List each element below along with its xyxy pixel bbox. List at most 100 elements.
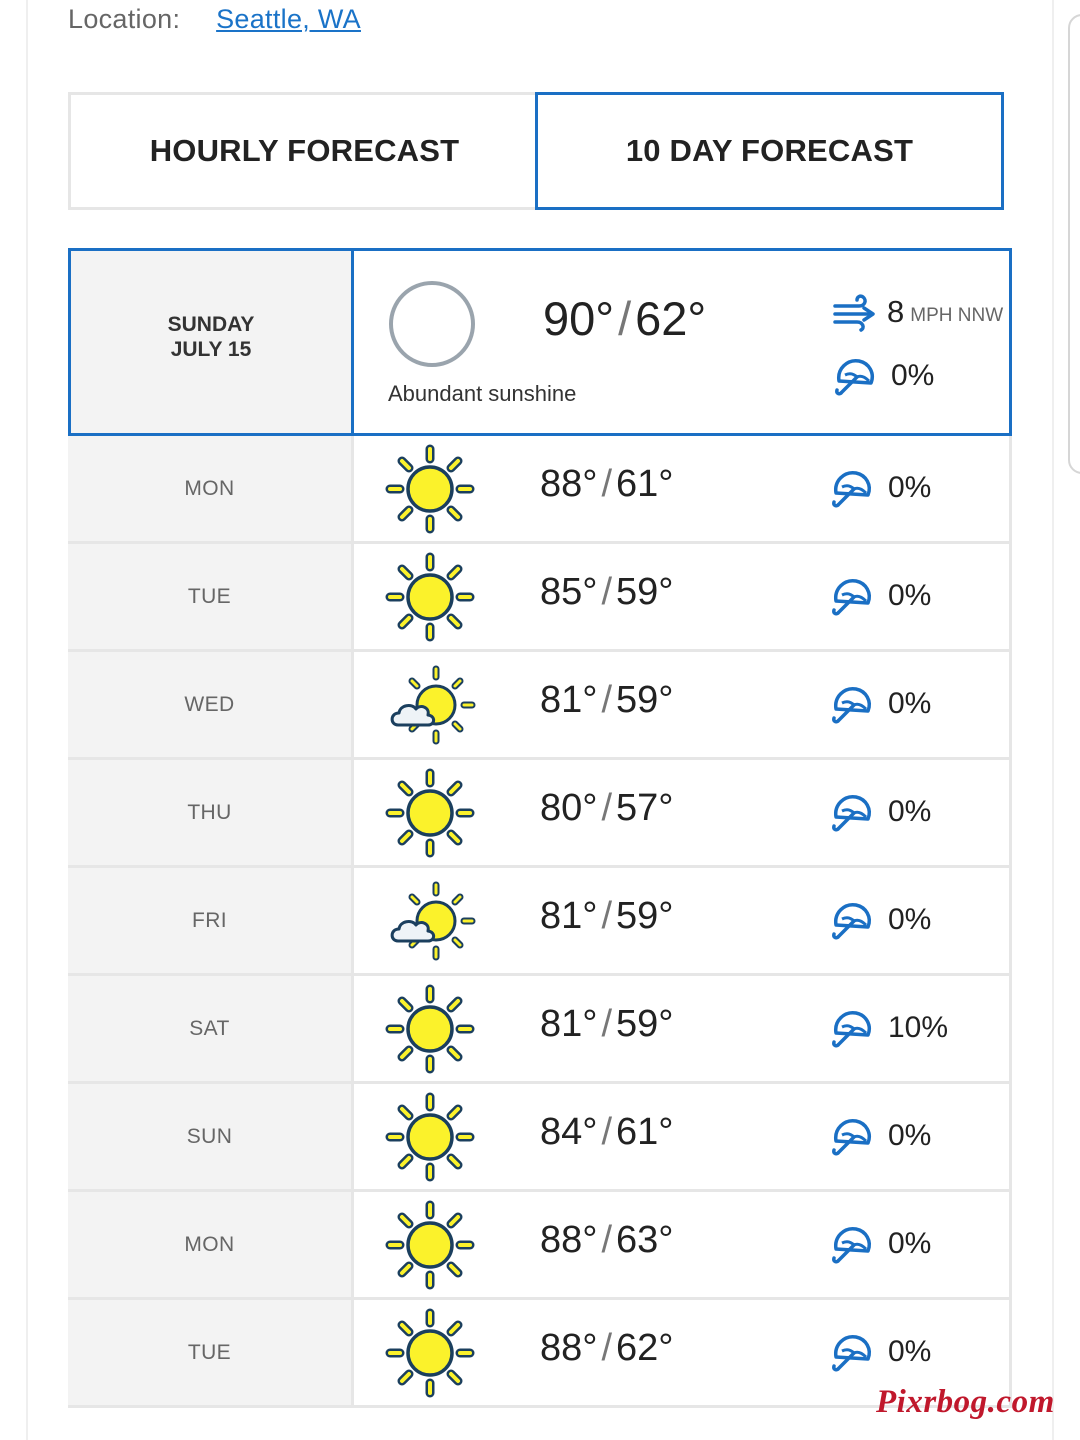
temp-separator: /	[601, 679, 613, 721]
forecast-tabs: HOURLY FORECAST 10 DAY FORECAST	[68, 92, 1004, 210]
today-high: 90°	[543, 292, 615, 345]
day-low: 59°	[616, 679, 674, 721]
umbrella-icon	[828, 683, 874, 725]
day-temperature: 80°/57°	[540, 787, 674, 830]
temp-separator: /	[601, 1003, 613, 1045]
today-day: SUNDAY	[167, 313, 255, 336]
today-temperature: 90°/62°	[543, 291, 706, 346]
temp-separator: /	[618, 292, 632, 345]
wind-unit: MPH NNW	[910, 305, 1004, 326]
temp-separator: /	[601, 1327, 613, 1369]
day-low: 57°	[616, 787, 674, 829]
umbrella-icon	[828, 1223, 874, 1265]
day-row[interactable]: TUE 85°/59° 0%	[68, 544, 1012, 652]
umbrella-icon	[828, 791, 874, 833]
day-temperature: 88°/63°	[540, 1219, 674, 1262]
partly-sunny-icon	[384, 659, 476, 751]
day-temperature: 88°/62°	[540, 1327, 674, 1370]
today-row[interactable]: SUNDAY JULY 15 Abundant sunshine 90°/62°…	[68, 248, 1012, 436]
day-low: 62°	[616, 1327, 674, 1369]
umbrella-icon	[828, 1007, 874, 1049]
day-high: 88°	[540, 463, 598, 505]
watermark: Pixrbog.com	[876, 1384, 1055, 1420]
umbrella-icon	[828, 1115, 874, 1157]
wind-icon	[831, 291, 877, 333]
day-temperature: 84°/61°	[540, 1111, 674, 1154]
day-temperature: 81°/59°	[540, 679, 674, 722]
day-label: SUN	[68, 1084, 354, 1189]
day-label: TUE	[68, 1300, 354, 1405]
clear-night-circle-icon	[387, 281, 477, 371]
today-wind: 8 MPH NNW	[831, 291, 1003, 333]
day-precip: 0%	[828, 899, 931, 941]
day-precip: 10%	[828, 1007, 948, 1049]
day-low: 61°	[616, 1111, 674, 1153]
umbrella-icon	[828, 899, 874, 941]
today-low: 62°	[635, 292, 707, 345]
location-link[interactable]: Seattle, WA	[216, 4, 361, 34]
today-date-cell: SUNDAY JULY 15	[71, 251, 354, 433]
precip-percent: 0%	[888, 471, 932, 504]
location-bar: Location: Seattle, WA	[68, 4, 361, 35]
day-label: FRI	[68, 868, 354, 973]
page-edge-left	[26, 0, 28, 1440]
day-low: 63°	[616, 1219, 674, 1261]
precip-percent: 0%	[891, 359, 935, 392]
today-summary: Abundant sunshine	[388, 381, 577, 406]
day-label: MON	[68, 1192, 354, 1297]
sun-icon	[384, 767, 476, 859]
temp-separator: /	[601, 463, 613, 505]
tab-hourly-forecast[interactable]: HOURLY FORECAST	[68, 92, 538, 210]
page-edge-right	[1052, 0, 1054, 1440]
day-precip: 0%	[828, 1115, 931, 1157]
tab-10-day-forecast[interactable]: 10 DAY FORECAST	[535, 92, 1004, 210]
day-row[interactable]: WED 81°/59° 0%	[68, 652, 1012, 760]
day-high: 81°	[540, 1003, 598, 1045]
day-row[interactable]: MON 88°/63° 0%	[68, 1192, 1012, 1300]
day-high: 84°	[540, 1111, 598, 1153]
day-label: TUE	[68, 544, 354, 649]
temp-separator: /	[601, 571, 613, 613]
precip-percent: 10%	[888, 1011, 949, 1044]
sun-icon	[384, 1307, 476, 1399]
wind-speed: 8	[887, 294, 905, 329]
precip-percent: 0%	[888, 795, 932, 828]
day-temperature: 81°/59°	[540, 1003, 674, 1046]
day-row[interactable]: SAT 81°/59° 10%	[68, 976, 1012, 1084]
day-precip: 0%	[828, 575, 931, 617]
day-low: 61°	[616, 463, 674, 505]
today-precip: 0%	[831, 355, 934, 397]
day-high: 81°	[540, 895, 598, 937]
day-low: 59°	[616, 571, 674, 613]
day-precip: 0%	[828, 683, 931, 725]
day-row[interactable]: FRI 81°/59° 0%	[68, 868, 1012, 976]
sun-icon	[384, 1199, 476, 1291]
day-label: MON	[68, 436, 354, 541]
scrollbar[interactable]	[1068, 14, 1080, 474]
day-label: THU	[68, 760, 354, 865]
sun-icon	[384, 983, 476, 1075]
location-label: Location:	[68, 4, 181, 34]
umbrella-icon	[828, 467, 874, 509]
temp-separator: /	[601, 787, 613, 829]
day-precip: 0%	[828, 1223, 931, 1265]
day-row[interactable]: TUE 88°/62° 0%	[68, 1300, 1012, 1408]
day-precip: 0%	[828, 1331, 931, 1373]
day-row[interactable]: THU 80°/57° 0%	[68, 760, 1012, 868]
precip-percent: 0%	[888, 1119, 932, 1152]
day-high: 85°	[540, 571, 598, 613]
day-precip: 0%	[828, 791, 931, 833]
day-high: 88°	[540, 1327, 598, 1369]
precip-percent: 0%	[888, 579, 932, 612]
day-row[interactable]: SUN 84°/61° 0%	[68, 1084, 1012, 1192]
day-label: WED	[68, 652, 354, 757]
day-label: SAT	[68, 976, 354, 1081]
sun-icon	[384, 551, 476, 643]
partly-sunny-icon	[384, 875, 476, 967]
day-row[interactable]: MON 88°/61° 0%	[68, 436, 1012, 544]
day-temperature: 85°/59°	[540, 571, 674, 614]
sun-icon	[384, 443, 476, 535]
temp-separator: /	[601, 1111, 613, 1153]
today-date: JULY 15	[170, 338, 252, 361]
day-temperature: 88°/61°	[540, 463, 674, 506]
